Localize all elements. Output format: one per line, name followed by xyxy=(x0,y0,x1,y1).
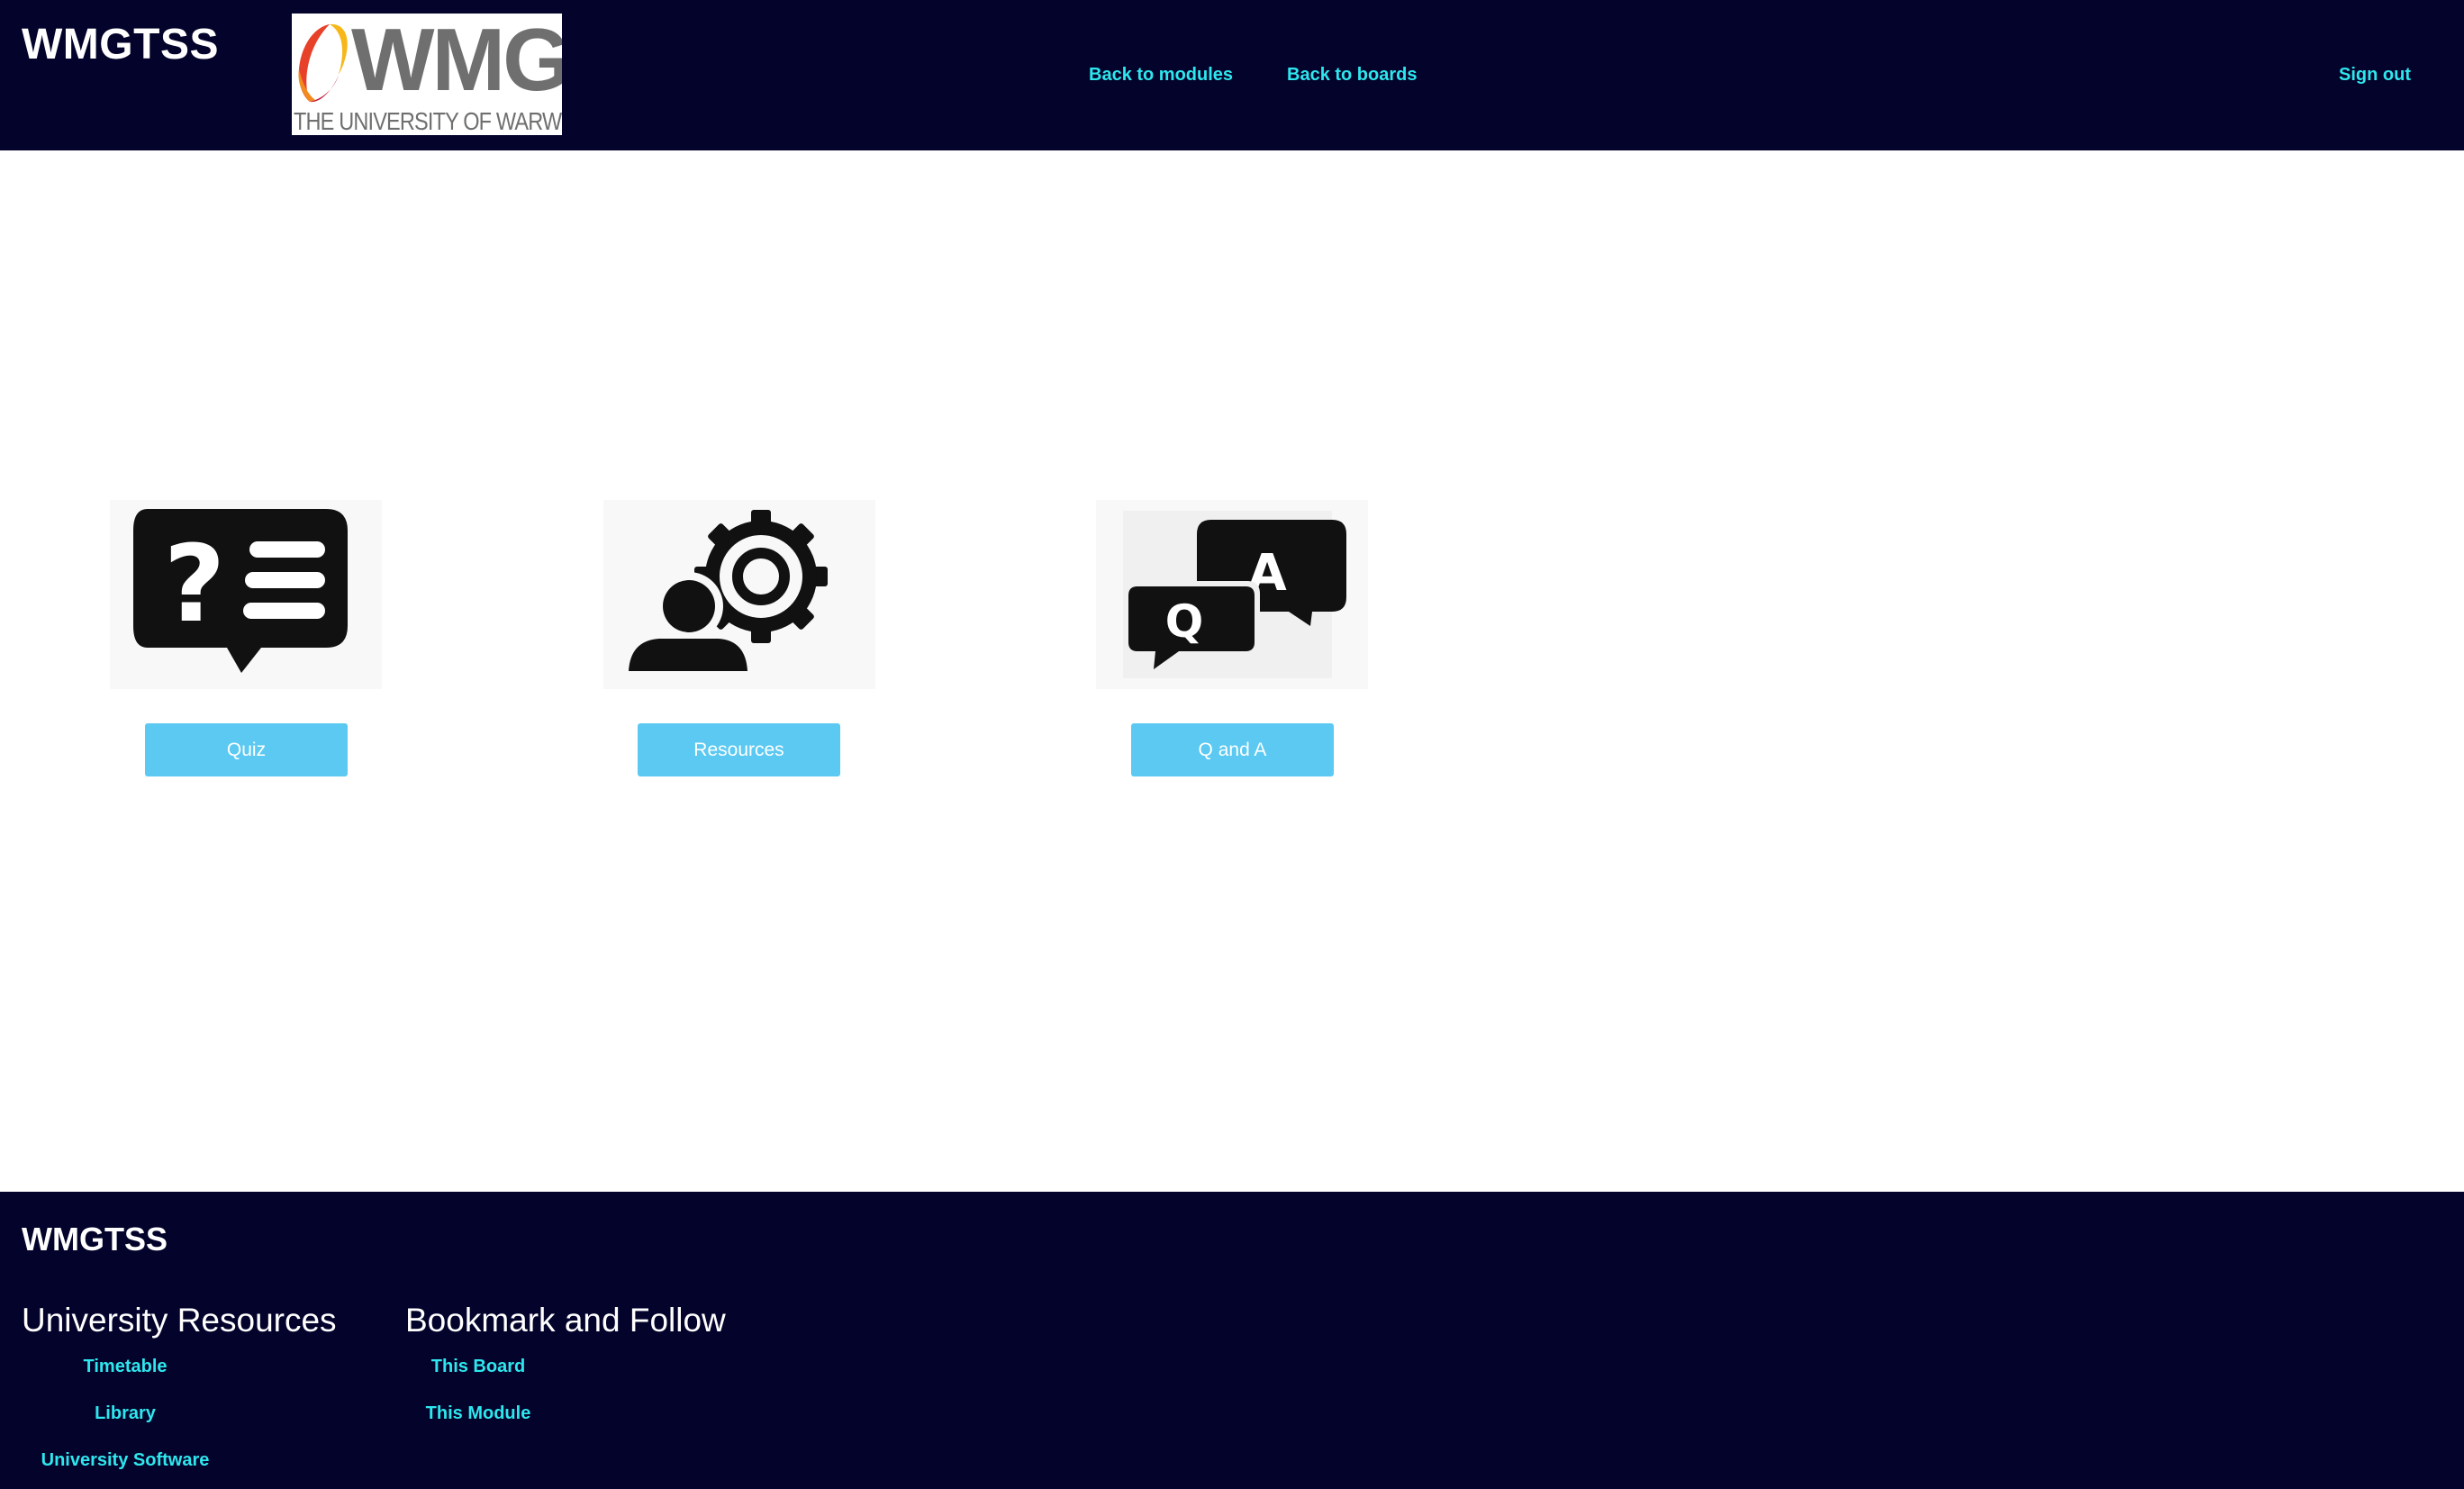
svg-text:?: ? xyxy=(164,522,225,646)
header-bar: WMGTSS WMG THE UNIVERSITY OF WARWICK Bac… xyxy=(0,0,2464,150)
footer-brand: WMGTSS xyxy=(22,1221,168,1257)
q-and-a-button[interactable]: Q and A xyxy=(1131,723,1334,776)
sign-out-link[interactable]: Sign out xyxy=(2339,65,2411,86)
logo-subtitle: THE UNIVERSITY OF WARWICK xyxy=(294,107,562,135)
wmg-logo: WMG THE UNIVERSITY OF WARWICK xyxy=(292,14,562,135)
bookmark-this-module-link[interactable]: This Module xyxy=(361,1403,595,1424)
resources-card-image[interactable] xyxy=(603,500,875,689)
site-brand: WMGTSS xyxy=(22,21,219,68)
back-to-modules-link[interactable]: Back to modules xyxy=(1089,65,1233,86)
qa-speech-bubbles-icon: A Q xyxy=(1123,511,1346,678)
svg-text:Q: Q xyxy=(1165,595,1204,648)
person-gear-icon xyxy=(623,510,828,673)
quiz-speech-bubble-icon: ? xyxy=(133,509,348,673)
university-software-link[interactable]: University Software xyxy=(8,1450,242,1471)
qa-card-image[interactable]: A Q xyxy=(1096,500,1368,689)
library-link[interactable]: Library xyxy=(8,1403,242,1424)
quiz-button[interactable]: Quiz xyxy=(145,723,348,776)
logo-swoosh-icon xyxy=(298,23,348,103)
bookmark-this-board-link[interactable]: This Board xyxy=(361,1357,595,1377)
back-to-boards-link[interactable]: Back to boards xyxy=(1287,65,1417,86)
logo-wordmark: WMG xyxy=(351,14,562,109)
footer: WMGTSS University Resources Timetable Li… xyxy=(0,1192,2464,1489)
timetable-link[interactable]: Timetable xyxy=(8,1357,242,1377)
bookmark-follow-heading: Bookmark and Follow xyxy=(405,1302,726,1339)
university-resources-heading: University Resources xyxy=(22,1302,337,1339)
resources-button[interactable]: Resources xyxy=(638,723,840,776)
quiz-card-image[interactable]: ? xyxy=(110,500,382,689)
